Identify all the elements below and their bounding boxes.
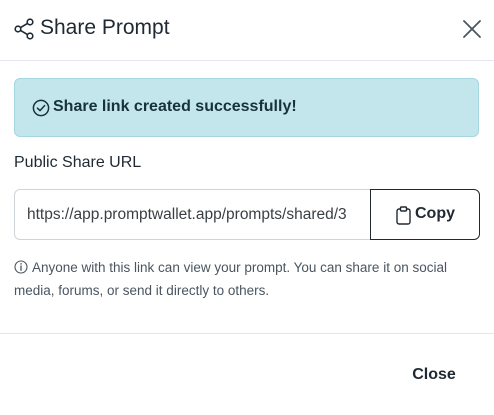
footer-divider [0, 333, 494, 334]
close-button[interactable]: Close [398, 358, 470, 392]
share-info-text: Anyone with this link can view your prom… [14, 260, 447, 298]
copy-button[interactable]: Copy [370, 189, 480, 240]
share-url-label: Public Share URL [14, 154, 142, 171]
share-url-input[interactable] [14, 189, 371, 240]
close-icon[interactable] [461, 18, 483, 40]
share-prompt-dialog: Share Prompt Share link created successf… [0, 0, 494, 415]
success-banner: Share link created successfully! [14, 78, 479, 137]
info-icon [14, 260, 28, 274]
share-icon [14, 18, 34, 40]
copy-button-label: Copy [415, 205, 455, 222]
check-circle-icon [32, 99, 50, 117]
dialog-header: Share Prompt [0, 0, 494, 61]
success-message: Share link created successfully! [53, 98, 297, 115]
clipboard-icon [396, 206, 411, 225]
share-info-note: Anyone with this link can view your prom… [14, 256, 474, 302]
dialog-title: Share Prompt [40, 16, 170, 39]
